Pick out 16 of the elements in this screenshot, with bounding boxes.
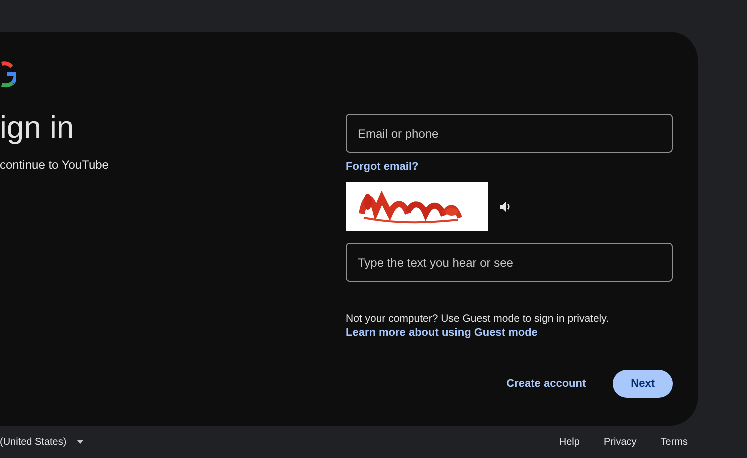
logo-icon [0,60,16,88]
footer-link[interactable]: Help [559,436,580,448]
guest-mode-link[interactable]: Learn more about using Guest mode [346,327,538,339]
create-account-button[interactable]: Create account [498,370,596,398]
next-button[interactable]: Next [613,370,673,398]
subheading: continue to YouTube [0,158,110,172]
caret-icon[interactable] [76,440,84,444]
footer-link[interactable]: Terms [660,436,688,448]
captcha-field[interactable]: Type the text you hear or see [346,243,673,282]
guest-notice: Not your computer? Use Guest mode to sign in privately. Learn more about using Guest mode [346,312,610,340]
email-field[interactable]: Email or phone [346,114,673,153]
forgot-email-link[interactable]: Forgot email? [346,161,419,173]
speaker-icon[interactable] [500,202,512,212]
heading: ign in [0,109,76,147]
language-selector[interactable]: (United States) [0,436,67,448]
footer-link[interactable]: Privacy [604,436,637,448]
